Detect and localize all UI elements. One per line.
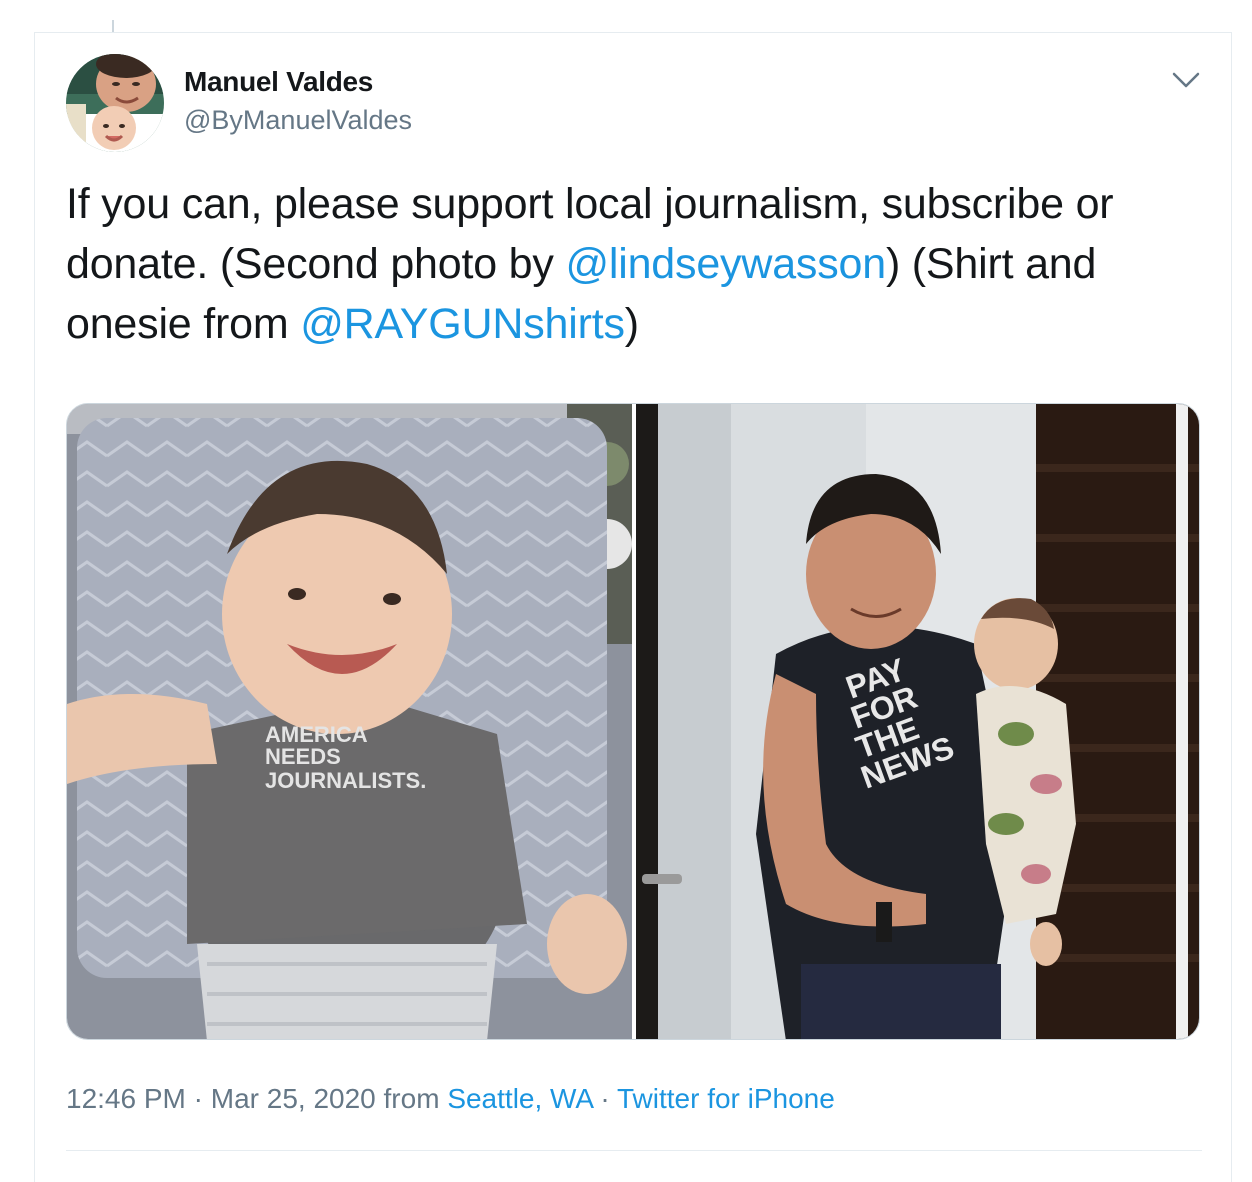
avatar-image	[66, 54, 164, 152]
chevron-down-icon[interactable]	[1170, 66, 1202, 94]
tweet-meta: 12:46 PM · Mar 25, 2020 from Seattle, WA…	[66, 1083, 835, 1115]
onesie-text-line-2: NEEDS	[265, 744, 341, 769]
tweet-media-grid: AMERICA NEEDS JOURNALISTS. PAY FOR THE N…	[66, 403, 1200, 1040]
author-display-name[interactable]: Manuel Valdes	[184, 66, 373, 98]
tweet-text-part: )	[624, 300, 639, 348]
tweet-date[interactable]: Mar 25, 2020	[211, 1083, 376, 1114]
meta-separator: ·	[185, 1083, 211, 1114]
author-handle[interactable]: @ByManuelValdes	[184, 105, 412, 136]
tweet-text: If you can, please support local journal…	[66, 174, 1216, 354]
mention-link-lindseywasson[interactable]: @lindseywasson	[565, 240, 886, 288]
location-link[interactable]: Seattle, WA	[447, 1083, 592, 1114]
mention-link-raygunshirts[interactable]: @RAYGUNshirts	[300, 300, 625, 348]
source-link[interactable]: Twitter for iPhone	[617, 1083, 835, 1114]
avatar[interactable]	[66, 54, 164, 152]
tweet-time[interactable]: 12:46 PM	[66, 1083, 186, 1114]
from-label: from	[375, 1083, 448, 1114]
onesie-text-line-3: JOURNALISTS.	[265, 768, 426, 793]
divider	[66, 1150, 1202, 1151]
tweet-page: Manuel Valdes @ByManuelValdes If you can…	[0, 0, 1252, 1182]
meta-separator: ·	[592, 1083, 617, 1114]
photo-baby-onesie[interactable]: AMERICA NEEDS JOURNALISTS.	[67, 404, 632, 1039]
thread-connector	[112, 20, 114, 32]
photo-man-holding-baby[interactable]: PAY FOR THE NEWS	[636, 404, 1199, 1039]
